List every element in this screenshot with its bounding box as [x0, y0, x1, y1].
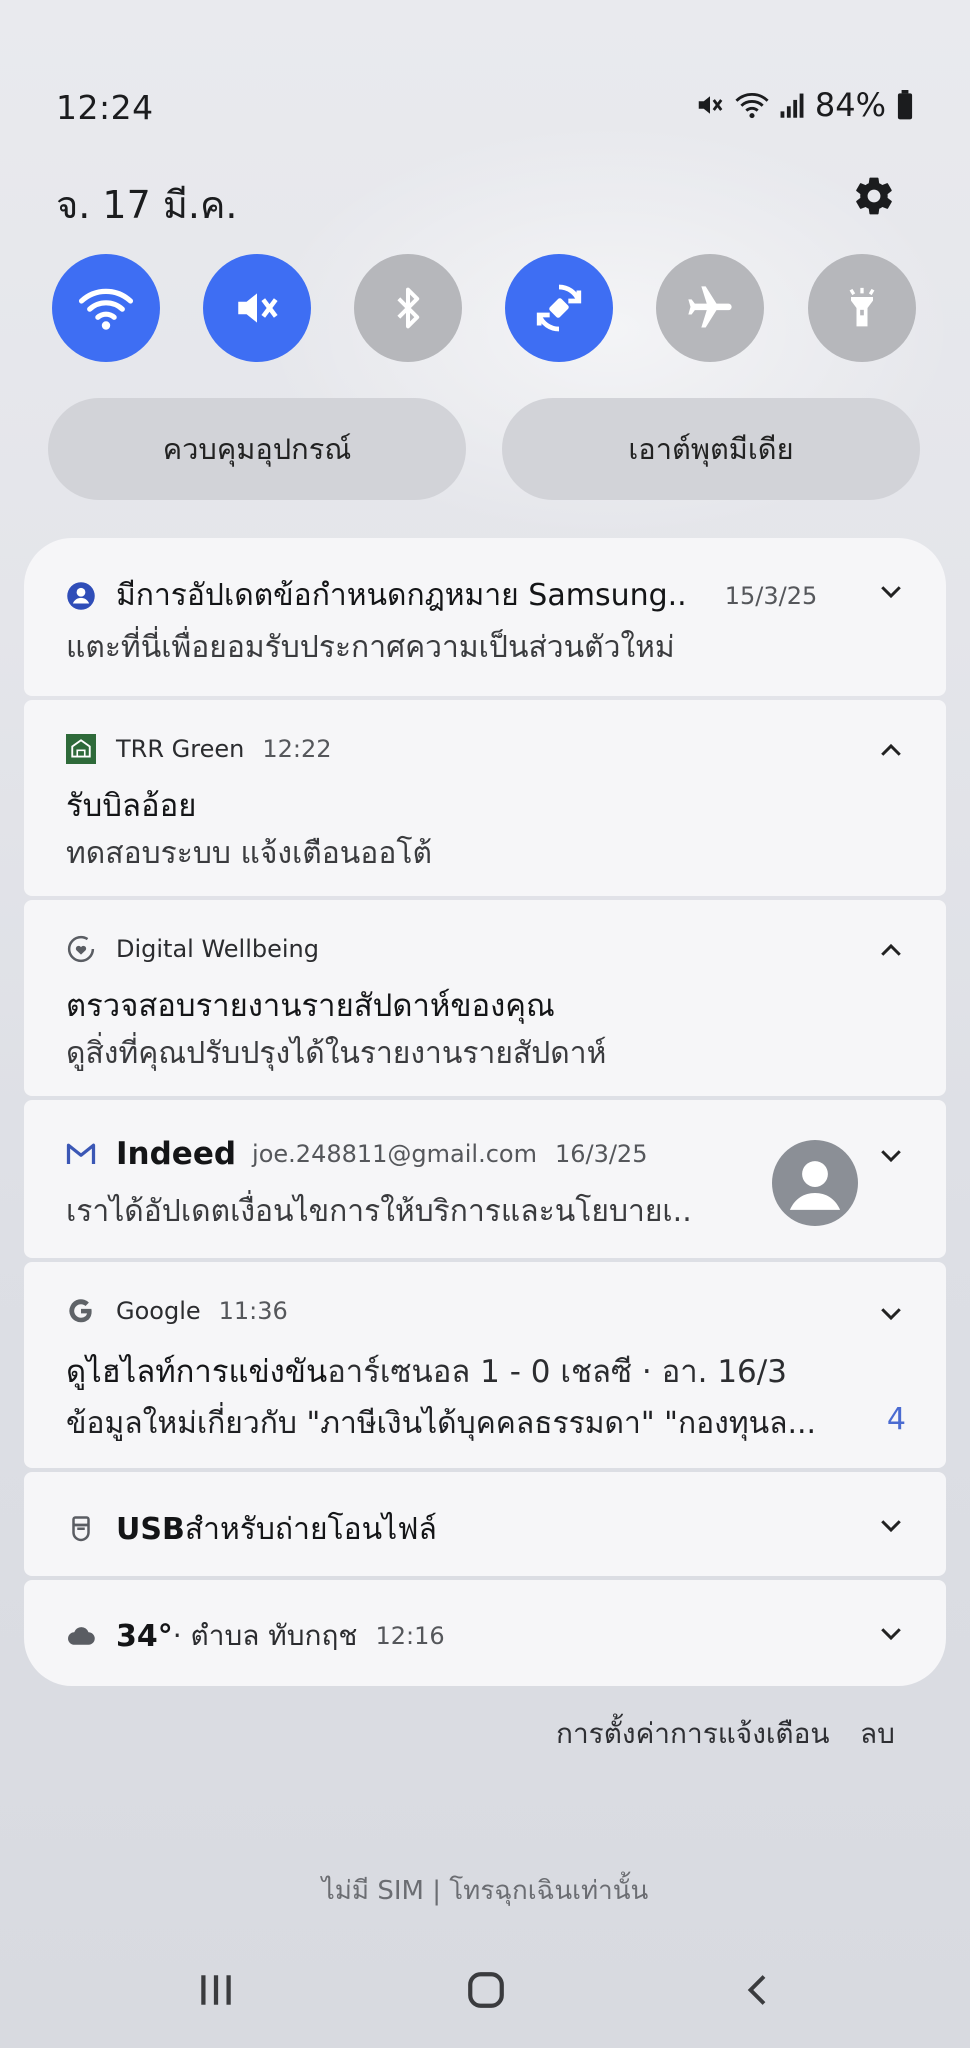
toggle-airplane[interactable]: [656, 254, 764, 362]
cloud-icon: [66, 1621, 96, 1651]
google-icon: [66, 1296, 96, 1326]
chevron-down-icon[interactable]: [876, 1510, 906, 1540]
notification-usb[interactable]: USB สำหรับถ่ายโอนไฟล์: [24, 1472, 946, 1576]
sim-status: ไม่มี SIM | โทรฉุกเฉินเท่านั้น: [321, 1876, 649, 1906]
chevron-down-icon[interactable]: [876, 1618, 906, 1648]
notification-indeed[interactable]: Indeed joe.248811@gmail.com 16/3/25 เราไ…: [24, 1100, 946, 1258]
chevron-down-icon[interactable]: [876, 576, 906, 606]
notification-settings-link[interactable]: การตั้งค่าการแจ้งเตือน: [556, 1712, 830, 1756]
chevron-up-icon[interactable]: [876, 936, 906, 966]
notification-title-bold: 34°: [116, 1618, 173, 1654]
notification-time: 16/3/25: [554, 1140, 648, 1168]
notification-count-badge: 4: [886, 1402, 906, 1437]
notification-time: 12:22: [262, 735, 332, 763]
signal-icon: [779, 91, 805, 119]
usb-icon: [66, 1515, 96, 1545]
app-name: Google: [116, 1297, 201, 1325]
auto-rotate-icon: [536, 284, 582, 332]
notification-time: 15/3/25: [724, 581, 818, 610]
notification-title-rest: · ตำบล ทับกฤช: [172, 1619, 358, 1652]
toggle-auto-rotate[interactable]: [505, 254, 613, 362]
flashlight-icon: [849, 287, 875, 327]
notification-title: รับบิลอ้อย: [66, 788, 197, 824]
gmail-icon: [66, 1139, 96, 1169]
app-name: Indeed: [116, 1136, 237, 1172]
home-icon[interactable]: [456, 1960, 516, 2020]
notification-body: แตะที่นี่เพื่อยอมรับประกาศความเป็นส่วนตั…: [66, 630, 675, 665]
notification-title: มีการอัปเดตข้อกำหนดกฎหมาย Samsung..: [116, 578, 687, 613]
notification-digital-wellbeing[interactable]: Digital Wellbeing ตรวจสอบรายงานรายสัปดาห…: [24, 900, 946, 1096]
avatar: [772, 1140, 858, 1226]
account-icon: [66, 581, 96, 611]
notification-title-rest: อาร์เซนอล 1 - 0 เชลซี · อา. 16/3: [327, 1354, 787, 1390]
toggle-mute[interactable]: [203, 254, 311, 362]
notification-title-rest: สำหรับถ่ายโอนไฟล์: [184, 1512, 437, 1547]
media-output-button[interactable]: เอาต์พุตมีเดีย: [502, 398, 920, 500]
notification-samsung-legal[interactable]: มีการอัปเดตข้อกำหนดกฎหมาย Samsung.. 15/3…: [24, 538, 946, 696]
notification-title: ตรวจสอบรายงานรายสัปดาห์ของคุณ: [66, 988, 555, 1024]
notification-time: 12:16: [375, 1622, 445, 1650]
app-name: Digital Wellbeing: [116, 935, 320, 963]
date: จ. 17 มี.ค.: [56, 183, 238, 227]
battery-percent: 84%: [814, 86, 886, 124]
chevron-up-icon[interactable]: [876, 736, 906, 766]
notification-time: 11:36: [218, 1297, 288, 1325]
toggle-bluetooth[interactable]: [354, 254, 462, 362]
airplane-icon: [688, 286, 732, 328]
toggle-flashlight[interactable]: [808, 254, 916, 362]
digital-wellbeing-icon: [66, 934, 96, 964]
device-control-button[interactable]: ควบคุมอุปกรณ์: [48, 398, 466, 500]
battery-icon: [896, 90, 914, 120]
mute-icon: [238, 293, 278, 323]
mute-icon: [695, 90, 725, 120]
toggle-wifi[interactable]: [52, 254, 160, 362]
clear-all-button[interactable]: ลบ: [860, 1712, 895, 1756]
trr-green-icon: [66, 734, 96, 764]
status-icons: 84%: [695, 86, 914, 124]
notification-trr-green[interactable]: TRR Green 12:22 รับบิลอ้อย ทดสอบระบบ แจ้…: [24, 700, 946, 896]
notification-weather[interactable]: 34° · ตำบล ทับกฤช 12:16: [24, 1580, 946, 1686]
app-name: TRR Green: [116, 735, 245, 763]
gear-icon[interactable]: [852, 174, 896, 218]
recents-icon[interactable]: [186, 1960, 246, 2020]
notification-body: เราได้อัปเดตเงื่อนไขการให้บริการและนโยบา…: [66, 1194, 692, 1229]
wifi-icon: [78, 288, 134, 330]
bluetooth-icon: [397, 287, 420, 329]
status-time: 12:24: [56, 88, 154, 127]
chevron-down-icon[interactable]: [876, 1298, 906, 1328]
notification-body: ข้อมูลใหม่เกี่ยวกับ "ภาษีเงินได้บุคคลธรร…: [66, 1406, 817, 1441]
quick-toggles: [52, 254, 916, 362]
notification-body: ทดสอบระบบ แจ้งเตือนออโต้: [66, 836, 432, 871]
chevron-down-icon[interactable]: [876, 1140, 906, 1170]
notification-google[interactable]: Google 11:36 ดูไฮไลท์การแข่งขัน อาร์เซนอ…: [24, 1262, 946, 1468]
wifi-icon: [735, 90, 769, 120]
back-icon[interactable]: [728, 1960, 788, 2020]
notification-body: ดูสิ่งที่คุณปรับปรุงได้ในรายงานรายสัปดาห…: [66, 1036, 607, 1071]
notification-title-bold: USB: [116, 1512, 185, 1547]
notification-account: joe.248811@gmail.com: [252, 1140, 537, 1168]
notification-title-bold: ดูไฮไลท์การแข่งขัน: [66, 1354, 328, 1390]
